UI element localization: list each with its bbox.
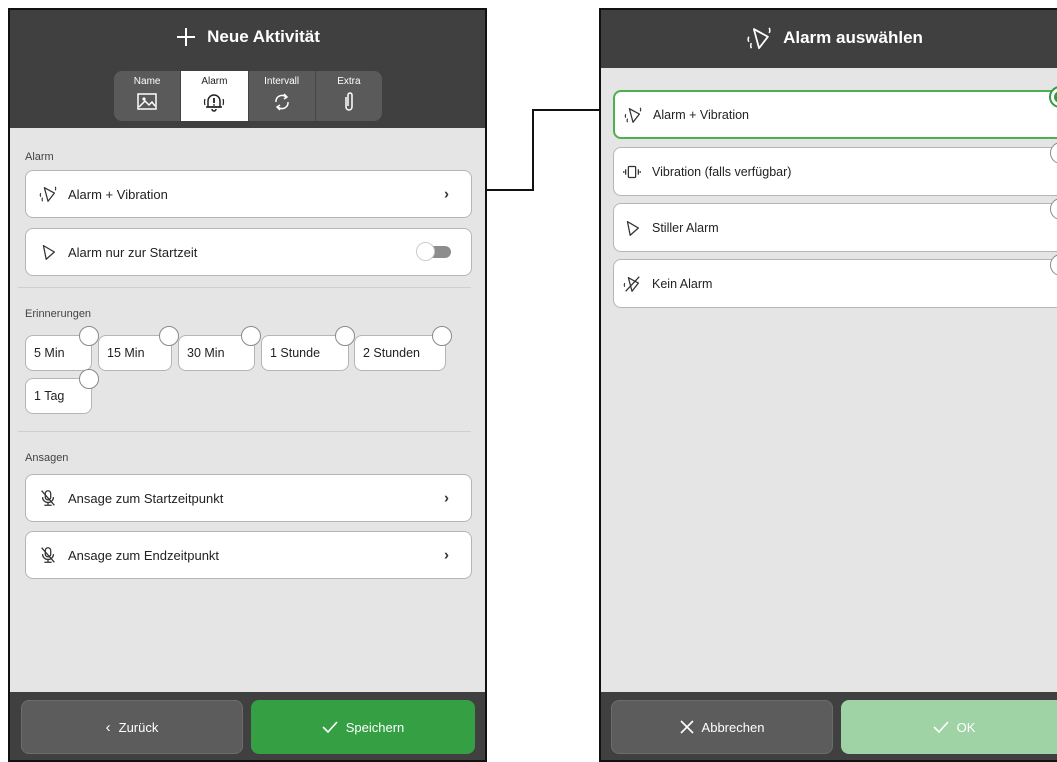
alarm-option-vibration[interactable]: Vibration (falls verfügbar) bbox=[613, 142, 1057, 196]
chevron-right-icon: › bbox=[444, 489, 449, 507]
chevron-left-icon: ‹ bbox=[105, 718, 111, 736]
reminder-chip-label: 30 Min bbox=[187, 346, 225, 360]
image-icon bbox=[137, 93, 157, 110]
bottom-bar: Abbrechen OK bbox=[601, 692, 1057, 760]
option-radio[interactable] bbox=[1050, 254, 1057, 276]
bell-vibrate-icon bbox=[747, 27, 771, 50]
alarm-option-silent[interactable]: Stiller Alarm bbox=[613, 198, 1057, 252]
alarm-select-dialog: Alarm auswählen Alarm + Vibration Vibrat bbox=[599, 8, 1057, 762]
check-icon bbox=[933, 721, 949, 733]
reminder-radio[interactable] bbox=[79, 326, 99, 346]
save-button-label: Speichern bbox=[345, 719, 405, 735]
bottom-bar: ‹ Zurück Speichern bbox=[10, 692, 485, 760]
alarm-section-label: Alarm bbox=[25, 151, 54, 163]
chevron-right-icon: › bbox=[444, 185, 449, 203]
reminder-chip-label: 2 Stunden bbox=[363, 346, 420, 360]
header-title: Alarm auswählen bbox=[601, 24, 1057, 52]
tab-alarm-label: Alarm bbox=[201, 76, 228, 87]
paperclip-icon bbox=[345, 92, 353, 111]
alarm-start-toggle[interactable] bbox=[416, 242, 451, 261]
check-icon bbox=[322, 721, 338, 733]
save-button[interactable]: Speichern bbox=[251, 700, 475, 754]
option-label: Vibration (falls verfügbar) bbox=[652, 164, 792, 179]
reminder-chip-label: 1 Tag bbox=[34, 389, 65, 403]
back-button[interactable]: ‹ Zurück bbox=[21, 700, 243, 754]
bell-off-icon bbox=[622, 274, 642, 294]
option-radio[interactable] bbox=[1050, 142, 1057, 164]
ok-button-label: OK bbox=[956, 719, 976, 735]
tab-extra-label: Extra bbox=[337, 76, 361, 87]
reminders-section-label: Erinnerungen bbox=[25, 308, 92, 320]
announcement-end-row[interactable]: Ansage zum Endzeitpunkt › bbox=[25, 531, 472, 579]
tab-interval-label: Intervall bbox=[264, 76, 300, 87]
announcements-section-label: Ansagen bbox=[25, 452, 69, 464]
tab-name-label: Name bbox=[133, 76, 161, 87]
alarm-mode-row[interactable]: Alarm + Vibration › bbox=[25, 170, 472, 218]
header-title: Neue Aktivität bbox=[10, 26, 485, 48]
alarm-mode-label: Alarm + Vibration bbox=[68, 186, 168, 202]
mic-off-icon bbox=[38, 545, 58, 565]
alarm-option-none[interactable]: Kein Alarm bbox=[613, 254, 1057, 308]
repeat-icon bbox=[274, 93, 289, 111]
option-radio[interactable] bbox=[1049, 86, 1057, 108]
reminder-radio[interactable] bbox=[432, 326, 452, 346]
announcement-start-label: Ansage zum Startzeitpunkt bbox=[68, 490, 224, 506]
new-activity-screen: Neue Aktivität Name Alarm Intervall Extr… bbox=[8, 8, 487, 762]
reminder-radio[interactable] bbox=[335, 326, 355, 346]
tab-name[interactable]: Name bbox=[114, 71, 182, 121]
alarm-start-label: Alarm nur zur Startzeit bbox=[68, 244, 198, 260]
dialog-title: Alarm auswählen bbox=[783, 28, 923, 47]
page-title: Neue Aktivität bbox=[207, 27, 320, 46]
bell-vibrate-icon bbox=[623, 105, 643, 125]
reminder-chip-label: 5 Min bbox=[34, 346, 65, 360]
reminder-chip-label: 15 Min bbox=[107, 346, 145, 360]
bell-vibrate-icon bbox=[38, 184, 58, 204]
ok-button[interactable]: OK bbox=[841, 700, 1057, 754]
header: Neue Aktivität Name Alarm Intervall Extr… bbox=[10, 10, 485, 128]
reminder-radio[interactable] bbox=[241, 326, 261, 346]
reminder-chip-label: 1 Stunde bbox=[270, 346, 321, 360]
option-label: Stiller Alarm bbox=[652, 220, 719, 235]
alarm-option-alarm-vibration[interactable]: Alarm + Vibration bbox=[613, 86, 1057, 139]
reminder-radio[interactable] bbox=[79, 369, 99, 389]
option-radio[interactable] bbox=[1050, 198, 1057, 220]
mic-off-icon bbox=[38, 488, 58, 508]
phone-vibrate-icon bbox=[622, 162, 642, 182]
alarm-start-row[interactable]: Alarm nur zur Startzeit bbox=[25, 228, 472, 276]
chevron-right-icon: › bbox=[444, 546, 449, 564]
divider bbox=[18, 431, 471, 432]
bell-alert-icon bbox=[204, 94, 225, 112]
divider bbox=[18, 287, 471, 288]
bell-outline-icon bbox=[38, 242, 58, 262]
back-button-label: Zurück bbox=[118, 719, 159, 735]
plus-icon bbox=[177, 28, 196, 46]
tab-interval[interactable]: Intervall bbox=[249, 71, 316, 121]
tab-bar: Name Alarm Intervall Extra bbox=[114, 71, 382, 121]
announcement-start-row[interactable]: Ansage zum Startzeitpunkt › bbox=[25, 474, 472, 522]
cancel-button-label: Abbrechen bbox=[701, 719, 765, 735]
tab-extra[interactable]: Extra bbox=[316, 71, 382, 121]
bell-outline-icon bbox=[622, 218, 642, 238]
cancel-button[interactable]: Abbrechen bbox=[611, 700, 833, 754]
reminder-radio[interactable] bbox=[159, 326, 179, 346]
close-icon bbox=[679, 720, 694, 734]
tab-alarm[interactable]: Alarm bbox=[181, 71, 249, 121]
announcement-end-label: Ansage zum Endzeitpunkt bbox=[68, 547, 220, 563]
option-label: Alarm + Vibration bbox=[653, 107, 749, 122]
option-label: Kein Alarm bbox=[652, 276, 713, 291]
header: Alarm auswählen bbox=[601, 10, 1057, 68]
